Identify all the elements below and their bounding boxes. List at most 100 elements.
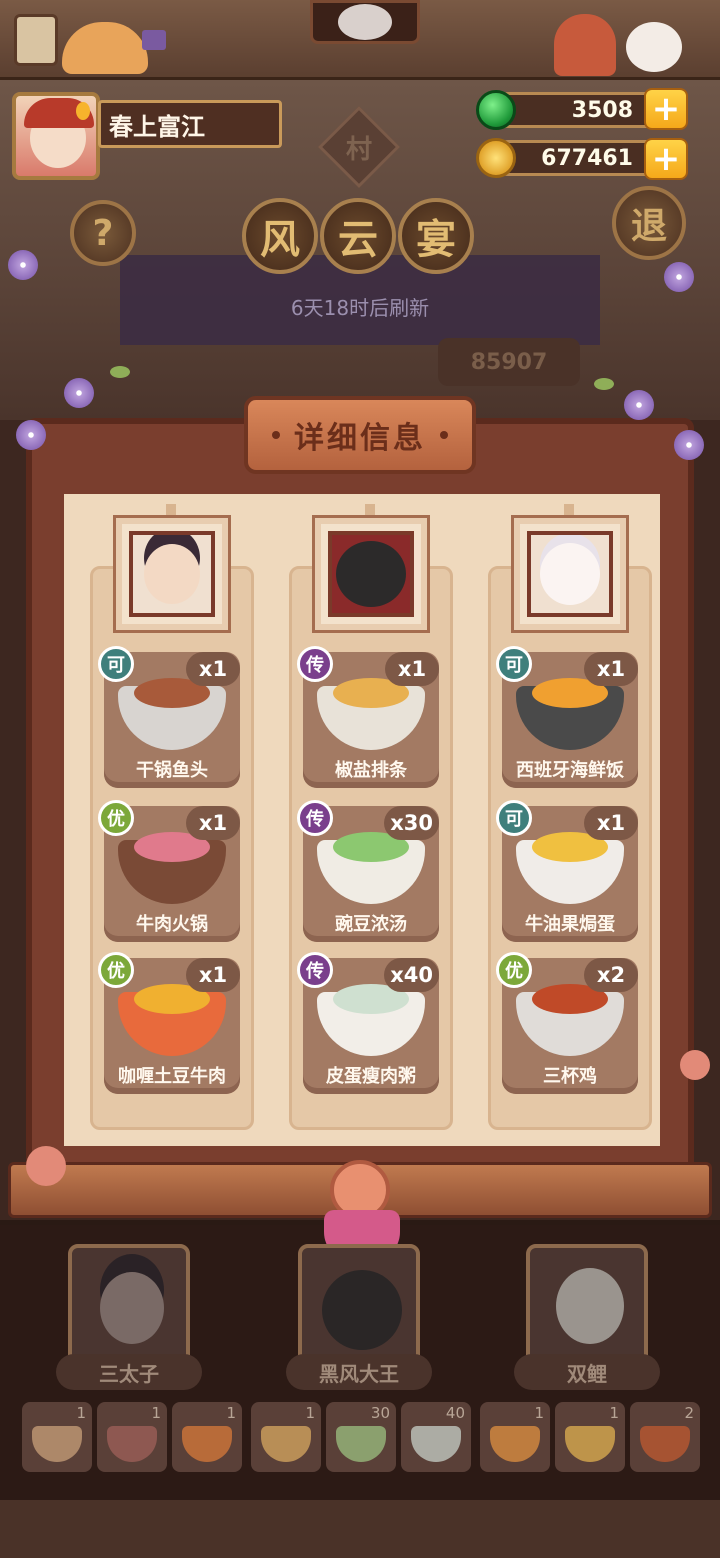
tray-count: 1 [534, 1404, 544, 1422]
dish-name: 牛肉火锅 [136, 914, 208, 935]
dish-icon [317, 832, 425, 904]
tray-count: 30 [370, 1404, 390, 1422]
dish-icon [317, 984, 425, 1056]
add-coins-button[interactable]: + [644, 138, 688, 180]
flower-icon [16, 420, 46, 450]
grade-badge: 传 [297, 800, 333, 836]
question-mark-icon: ? [92, 212, 114, 254]
chef-tab-label: 三太子 [56, 1354, 202, 1390]
tray-slot[interactable]: 1 [555, 1402, 625, 1472]
dish-quantity: x1 [385, 652, 439, 686]
grade-badge: 可 [496, 646, 532, 682]
tray-dish-icon [261, 1426, 311, 1462]
chef-portrait-2 [315, 518, 427, 630]
tray-dish-icon [336, 1426, 386, 1462]
score-display: 85907 [438, 338, 580, 386]
dish-quantity: x40 [384, 958, 439, 992]
dish-name: 皮蛋瘦肉粥 [326, 1066, 416, 1087]
title-dot [272, 431, 280, 439]
dish-card[interactable]: 可 x1 西班牙海鲜饭 [496, 646, 638, 788]
dish-name: 西班牙海鲜饭 [516, 760, 624, 781]
tray-slot[interactable]: 1 [172, 1402, 242, 1472]
dish-name: 椒盐排条 [335, 760, 407, 781]
notice-board-icon [14, 14, 58, 66]
flower-icon [664, 262, 694, 292]
tray-slot[interactable]: 1 [251, 1402, 321, 1472]
dish-card[interactable]: 优 x2 三杯鸡 [496, 952, 638, 1094]
dish-quantity: x1 [186, 652, 240, 686]
dish-icon [118, 832, 226, 904]
tray-dish-icon [490, 1426, 540, 1462]
dish-quantity: x1 [186, 806, 240, 840]
flower-icon [8, 250, 38, 280]
tray-dish-icon [640, 1426, 690, 1462]
tray-slot[interactable]: 2 [630, 1402, 700, 1472]
chef-tab-label: 黑风大王 [286, 1354, 432, 1390]
dish-name: 牛油果焗蛋 [525, 914, 615, 935]
grade-badge: 传 [297, 646, 333, 682]
flower-icon [64, 378, 94, 408]
white-cat-icon [626, 22, 682, 72]
tray-dish-icon [107, 1426, 157, 1462]
help-button[interactable]: ? [70, 200, 136, 266]
tray-slot[interactable]: 40 [401, 1402, 471, 1472]
refresh-timer: 6天18时后刷新 [290, 296, 430, 320]
tray-count: 1 [305, 1404, 315, 1422]
dish-icon [516, 832, 624, 904]
dish-icon [317, 678, 425, 750]
title-dot [440, 431, 448, 439]
dish-card[interactable]: 可 x1 干锅鱼头 [98, 646, 240, 788]
dish-name: 咖喱土豆牛肉 [118, 1066, 226, 1087]
chef-tab-shuangli[interactable] [526, 1244, 648, 1370]
player-name: 春上富江 [98, 100, 282, 148]
tray-slot[interactable]: 30 [326, 1402, 396, 1472]
tray-slot[interactable]: 1 [97, 1402, 167, 1472]
leaf-icon [110, 366, 130, 378]
chef-tab-heifeng[interactable] [298, 1244, 420, 1370]
dish-icon [516, 678, 624, 750]
level-badge-icon [76, 102, 90, 120]
exit-label: 退 [630, 206, 667, 247]
jade-amount: 3508 [571, 97, 633, 123]
cat-sign-icon [338, 4, 392, 40]
tray-count: 2 [684, 1404, 694, 1422]
tray-count: 1 [151, 1404, 161, 1422]
flower-icon [624, 390, 654, 420]
player-avatar[interactable] [12, 92, 100, 180]
jade-icon [476, 90, 516, 130]
dish-card[interactable]: 传 x30 豌豆浓汤 [297, 800, 439, 942]
grade-badge: 传 [297, 952, 333, 988]
lantern-icon [142, 30, 166, 50]
dish-card[interactable]: 优 x1 牛肉火锅 [98, 800, 240, 942]
coin-icon [476, 138, 516, 178]
tray-dish-icon [182, 1426, 232, 1462]
chef-portrait-1 [116, 518, 228, 630]
tray-count: 40 [445, 1404, 465, 1422]
title-char-feng: 风 [242, 198, 318, 274]
blossom-icon [680, 1050, 710, 1080]
dish-card[interactable]: 优 x1 咖喱土豆牛肉 [98, 952, 240, 1094]
dish-card[interactable]: 可 x1 牛油果焗蛋 [496, 800, 638, 942]
dish-quantity: x1 [584, 652, 638, 686]
tray-slot[interactable]: 1 [480, 1402, 550, 1472]
grade-badge: 优 [98, 952, 134, 988]
add-jade-button[interactable]: + [644, 88, 688, 130]
chef-tab-santaizi[interactable] [68, 1244, 190, 1370]
tray-slot[interactable]: 1 [22, 1402, 92, 1472]
vendor-npc-icon [554, 14, 616, 76]
dish-icon [118, 984, 226, 1056]
exit-button[interactable]: 退 [612, 186, 686, 260]
tray-dish-icon [32, 1426, 82, 1462]
dish-quantity: x2 [584, 958, 638, 992]
dish-card[interactable]: 传 x40 皮蛋瘦肉粥 [297, 952, 439, 1094]
coin-counter: 677461 [490, 140, 670, 176]
dish-name: 干锅鱼头 [136, 760, 208, 781]
dish-quantity: x1 [584, 806, 638, 840]
blossom-icon [26, 1146, 66, 1186]
dish-card[interactable]: 传 x1 椒盐排条 [297, 646, 439, 788]
dish-icon [516, 984, 624, 1056]
tray-count: 1 [226, 1404, 236, 1422]
coin-amount: 677461 [541, 145, 633, 171]
dish-name: 三杯鸡 [543, 1066, 597, 1087]
chef-portrait-3 [514, 518, 626, 630]
